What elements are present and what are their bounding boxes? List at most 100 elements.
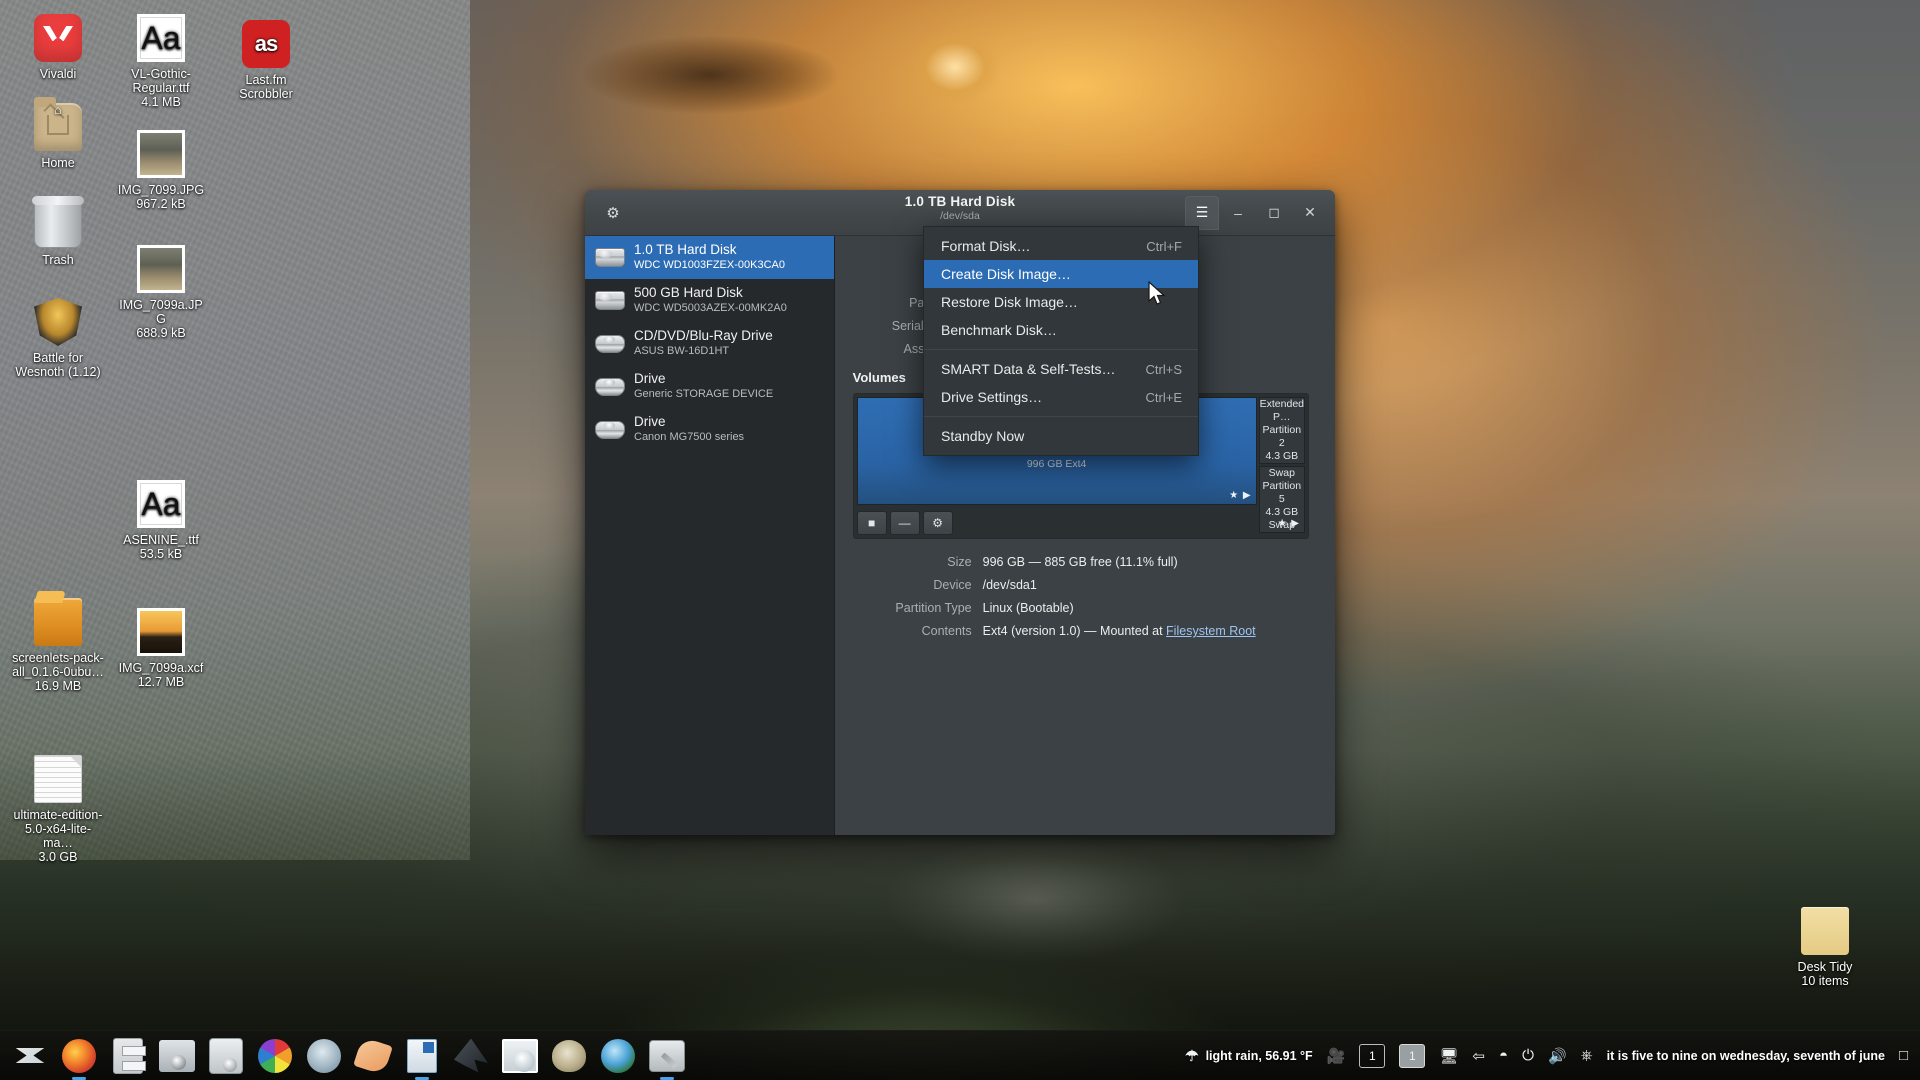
hamburger-icon[interactable]: ☰ [1185, 196, 1219, 230]
volume-partition: Partition 5 [1260, 480, 1304, 506]
desktop-icon-screenlets-pack[interactable]: screenlets-pack-all_0.1.6-0ubu… 16.9 MB [12, 598, 104, 693]
desktop-icon-img-7099a-jpg[interactable]: IMG_7099a.JPG 688.9 kB [115, 245, 207, 340]
desktop-icon-img-7099-jpg[interactable]: IMG_7099.JPG 967.2 kB [115, 130, 207, 211]
archive-icon [34, 598, 82, 646]
home-folder-icon [34, 103, 82, 151]
filesystem-root-link[interactable]: Filesystem Root [1166, 624, 1256, 638]
device-name: 500 GB Hard Disk [634, 285, 787, 301]
video-camera-icon[interactable]: 🎥 [1327, 1047, 1346, 1065]
menu-item-format-disk[interactable]: Format Disk… Ctrl+F [924, 232, 1198, 260]
image-thumbnail-icon [137, 130, 185, 178]
volume-detail-row-contents: Contents Ext4 (version 1.0) — Mounted at… [853, 624, 1317, 638]
wifi-icon[interactable]: ◓ [1499, 1047, 1508, 1064]
device-row-generic-storage[interactable]: Drive Generic STORAGE DEVICE [585, 365, 834, 408]
desktop-icon-vivaldi[interactable]: Vivaldi [12, 14, 104, 81]
menu-item-accel: Ctrl+S [1146, 362, 1182, 377]
minimize-icon[interactable]: – [1221, 198, 1255, 228]
show-desktop-icon[interactable]: □ [1899, 1047, 1908, 1064]
desktop-icon-label: ultimate-edition-5.0-x64-lite-ma… [12, 808, 104, 850]
desktop-icon-vl-gothic-font[interactable]: Aa VL-Gothic-Regular.ttf 4.1 MB [115, 14, 207, 109]
desk-tidy-count: 10 items [1770, 974, 1880, 988]
detail-key: Partition Type [853, 601, 983, 615]
menu-item-benchmark-disk[interactable]: Benchmark Disk… [924, 316, 1198, 344]
desktop-icon-home[interactable]: Home [12, 103, 104, 170]
desktop-icon-ultimate-edition-iso[interactable]: ultimate-edition-5.0-x64-lite-ma… 3.0 GB [12, 755, 104, 864]
taskbar-app-gimp[interactable] [549, 1036, 589, 1076]
volume-detail-row-partition-type: Partition Type Linux (Bootable) [853, 601, 1317, 615]
taskbar-app-inkscape[interactable] [451, 1036, 491, 1076]
shutdown-icon[interactable]: ⎈ [1581, 1047, 1593, 1064]
taskbar-app-mango[interactable] [353, 1036, 393, 1076]
removable-drive-icon [595, 374, 625, 398]
stop-square-icon[interactable]: ■ [857, 511, 887, 535]
taskbar-app-file-manager[interactable] [108, 1036, 148, 1076]
taskbar-app-mypaint[interactable] [500, 1036, 540, 1076]
workspace-button-2[interactable]: 1 [1399, 1044, 1425, 1068]
device-list: 1.0 TB Hard Disk WDC WD1003FZEX-00K3CA0 … [585, 236, 835, 835]
bluetooth-icon[interactable]: ⇦ [1472, 1047, 1485, 1065]
desktop-icon-lastfm-scrobbler[interactable]: Last.fm Scrobbler [220, 20, 312, 101]
device-row-1tb-hard-disk[interactable]: 1.0 TB Hard Disk WDC WD1003FZEX-00K3CA0 [585, 236, 834, 279]
menu-item-standby-now[interactable]: Standby Now [924, 422, 1198, 450]
menu-item-drive-settings[interactable]: Drive Settings… Ctrl+E [924, 383, 1198, 411]
taskbar-app-globe[interactable] [598, 1036, 638, 1076]
device-row-canon-mg7500[interactable]: Drive Canon MG7500 series [585, 408, 834, 451]
trash-icon [34, 200, 82, 248]
device-row-optical-drive[interactable]: CD/DVD/Blu-Ray Drive ASUS BW-16D1HT [585, 322, 834, 365]
device-row-500gb-hard-disk[interactable]: 500 GB Hard Disk WDC WD5003AZEX-00MK2A0 [585, 279, 834, 322]
taskbar-app-zorin-menu[interactable] [10, 1036, 50, 1076]
volume-partition-2[interactable]: Extended P… Partition 2 4.3 GB [1259, 397, 1305, 464]
folder-icon [1801, 907, 1849, 955]
image-thumbnail-icon [137, 608, 185, 656]
device-name: Drive [634, 414, 744, 430]
image-thumbnail-icon [137, 245, 185, 293]
menu-item-label: Standby Now [941, 428, 1160, 444]
workspace-button-1[interactable]: 1 [1359, 1044, 1385, 1068]
volume-partition-5[interactable]: Swap Partition 5 4.3 GB Swap ★ ▶ [1259, 466, 1305, 533]
weather-indicator[interactable]: ☂ light rain, 56.91 °F [1185, 1047, 1313, 1065]
menu-item-accel: Ctrl+F [1146, 239, 1182, 254]
display-icon[interactable]: 🖥 [1439, 1047, 1458, 1065]
close-icon[interactable]: ✕ [1293, 198, 1327, 228]
taskbar-app-shotwell[interactable] [255, 1036, 295, 1076]
desktop-icon-asenine-font[interactable]: Aa ASENINE_.ttf 53.5 kB [115, 480, 207, 561]
maximize-icon[interactable]: ◻ [1257, 198, 1291, 228]
desktop-icon-label: IMG_7099a.xcf [115, 661, 207, 675]
gear-icon[interactable]: ⚙ [598, 199, 628, 227]
desktop-icon-label: screenlets-pack-all_0.1.6-0ubu… [12, 651, 104, 679]
desktop-icon-label: IMG_7099a.JPG [115, 298, 207, 326]
volume-detail: 4.3 GB [1260, 450, 1304, 463]
desktop-icon-img-7099a-xcf[interactable]: IMG_7099a.xcf 12.7 MB [115, 608, 207, 689]
gear-icon[interactable]: ⚙ [923, 511, 953, 535]
desktop-icon-label: Vivaldi [12, 67, 104, 81]
device-model: Generic STORAGE DEVICE [634, 387, 773, 401]
taskbar-app-libreoffice-writer[interactable] [402, 1036, 442, 1076]
clock[interactable]: it is five to nine on wednesday, seventh… [1607, 1049, 1885, 1063]
taskbar-app-shutter-screenshot[interactable] [157, 1036, 197, 1076]
device-model: WDC WD5003AZEX-00MK2A0 [634, 301, 787, 315]
volume-icon[interactable]: 🔊 [1548, 1047, 1567, 1065]
volume-name: Extended P… [1260, 398, 1304, 424]
device-model: Canon MG7500 series [634, 430, 744, 444]
minus-icon[interactable]: — [890, 511, 920, 535]
weather-text: light rain, 56.91 °F [1206, 1049, 1313, 1063]
taskbar-app-firefox[interactable] [59, 1036, 99, 1076]
desktop-icon-wesnoth[interactable]: Battle for Wesnoth (1.12) [12, 298, 104, 379]
desktop-icon-size: 53.5 kB [115, 547, 207, 561]
device-name: Drive [634, 371, 773, 387]
taskbar-app-audio-recorder[interactable] [206, 1036, 246, 1076]
desktop-icon-size: 688.9 kB [115, 326, 207, 340]
document-icon [34, 755, 82, 803]
shield-icon [34, 298, 82, 346]
device-model: WDC WD1003FZEX-00K3CA0 [634, 258, 785, 272]
menu-item-smart-data[interactable]: SMART Data & Self-Tests… Ctrl+S [924, 355, 1198, 383]
vivaldi-icon [34, 14, 82, 62]
taskbar-app-gnome-disks[interactable] [647, 1036, 687, 1076]
desktop-icon-label: Last.fm Scrobbler [220, 73, 312, 101]
detail-value: 996 GB — 885 GB free (11.1% full) [983, 555, 1178, 569]
desk-tidy-widget[interactable]: Desk Tidy 10 items [1770, 907, 1880, 988]
taskbar-app-midori-browser[interactable] [304, 1036, 344, 1076]
power-plug-icon[interactable]: ⏻ [1522, 1047, 1534, 1064]
desktop-icon-trash[interactable]: Trash [12, 200, 104, 267]
device-name: CD/DVD/Blu-Ray Drive [634, 328, 773, 344]
